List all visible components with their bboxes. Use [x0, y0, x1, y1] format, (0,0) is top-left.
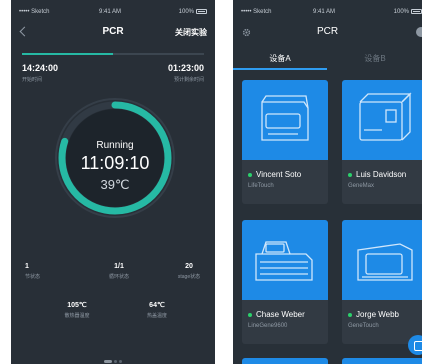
device-card[interactable]	[242, 358, 328, 364]
block-temperature: 39℃	[100, 177, 130, 192]
device-name: Luis Davidson	[348, 170, 406, 179]
device-list-screen: ••••• Sketch 9:41 AM 100% PCR 设备A 设备B Vi…	[233, 0, 422, 364]
heatsink-temperature-label: 散热器温度	[64, 313, 90, 319]
page-indicator[interactable]	[11, 350, 215, 364]
device-card[interactable]: Luis Davidson GeneMax	[342, 80, 422, 204]
lifetouch-device-icon	[261, 95, 309, 141]
device-card[interactable]: Jorge Webb GeneTouch	[342, 220, 422, 344]
linegene-device-icon	[255, 241, 313, 281]
device-model: GeneMax	[348, 183, 375, 189]
stage-state: 20 stage状态	[169, 263, 209, 280]
online-status-dot	[248, 172, 252, 177]
battery-indicator: 100%	[394, 9, 422, 15]
heatsink-temperature-value: 105℃	[67, 302, 87, 309]
remaining-time-label: 预计剩余时间	[173, 77, 204, 83]
cycle-state-label: 循环状态	[108, 274, 129, 280]
device-name-text: Luis Davidson	[356, 170, 407, 179]
experiment-progress-fill	[22, 53, 113, 55]
genemax-device-icon	[359, 92, 412, 141]
clock-label: 9:41 AM	[99, 9, 122, 15]
device-name: Vincent Soto	[248, 170, 301, 179]
lid-temperature-value: 64℃	[149, 302, 165, 309]
online-status-dot	[248, 312, 252, 317]
nav-bar: PCR 关闭实验	[11, 22, 215, 42]
lid-temperature: 64℃ 热盖温度	[137, 301, 177, 319]
battery-label: 100%	[393, 9, 409, 16]
device-model: LineGene9600	[248, 323, 288, 329]
cycle-state-value: 1/1	[114, 263, 124, 270]
battery-label: 100%	[178, 9, 194, 16]
device-tabs: 设备A 设备B	[233, 46, 422, 70]
start-time: 14:24:00 开始时间	[22, 63, 58, 83]
page-dot[interactable]	[119, 360, 122, 363]
device-name: Chase Weber	[248, 310, 305, 319]
run-elapsed-time: 11:09:10	[80, 153, 150, 173]
close-experiment-button[interactable]: 关闭实验	[175, 27, 207, 38]
status-bar: ••••• Sketch 9:41 AM 100%	[11, 9, 215, 18]
online-status-dot	[348, 172, 352, 177]
heatsink-temperature: 105℃ 散热器温度	[57, 301, 97, 319]
device-name: Jorge Webb	[348, 310, 399, 319]
battery-icon	[411, 9, 422, 14]
genetouch-device-icon	[357, 243, 413, 281]
run-status-label: Running	[96, 140, 134, 151]
online-status-dot	[348, 312, 352, 317]
segment-state: 1 节状态	[25, 263, 55, 280]
page-title: PCR	[316, 26, 339, 37]
device-image	[242, 220, 328, 300]
battery-icon	[196, 9, 207, 14]
battery-indicator: 100%	[179, 9, 207, 15]
device-image	[342, 358, 422, 364]
device-card[interactable]: Vincent Soto LifeTouch	[242, 80, 328, 204]
segment-state-label: 节状态	[25, 274, 41, 280]
floating-action-button[interactable]	[408, 335, 422, 355]
clock-label: 9:41 AM	[313, 9, 336, 15]
carrier-label: ••••• Sketch	[241, 9, 272, 15]
tab-device-a[interactable]: 设备A	[233, 46, 327, 70]
device-image	[342, 220, 422, 300]
carrier-label: ••••• Sketch	[19, 9, 50, 15]
nav-bar: PCR	[233, 22, 422, 42]
stage-state-label: stage状态	[177, 274, 201, 280]
experiment-progress-bar	[22, 53, 204, 55]
profile-icon[interactable]	[416, 27, 422, 37]
run-progress-ring: Running 11:09:10 39℃	[53, 96, 177, 220]
device-model: GeneTouch	[348, 323, 379, 329]
page-dot-active[interactable]	[104, 360, 112, 363]
device-card[interactable]	[342, 358, 422, 364]
device-image	[242, 80, 328, 160]
device-name-text: Jorge Webb	[356, 310, 399, 319]
device-name-text: Chase Weber	[256, 310, 305, 319]
device-image	[342, 80, 422, 160]
tab-device-b[interactable]: 设备B	[328, 46, 422, 70]
remaining-time: 01:23:00 预计剩余时间	[168, 63, 204, 83]
device-model: LifeTouch	[248, 183, 274, 189]
device-image	[242, 358, 328, 364]
page-dot[interactable]	[114, 360, 117, 363]
segment-state-value: 1	[25, 263, 29, 270]
start-time-label: 开始时间	[22, 77, 43, 83]
cycle-state: 1/1 循环状态	[99, 263, 139, 280]
remaining-time-value: 01:23:00	[167, 63, 204, 73]
device-card[interactable]: Chase Weber LineGene9600	[242, 220, 328, 344]
stage-state-value: 20	[185, 263, 193, 270]
lid-temperature-label: 热盖温度	[146, 313, 167, 319]
status-bar: ••••• Sketch 9:41 AM 100%	[233, 9, 422, 18]
pcr-run-screen: ••••• Sketch 9:41 AM 100% PCR 关闭实验 14:24…	[11, 0, 215, 364]
device-name-text: Vincent Soto	[256, 170, 302, 179]
start-time-value: 14:24:00	[22, 63, 59, 73]
